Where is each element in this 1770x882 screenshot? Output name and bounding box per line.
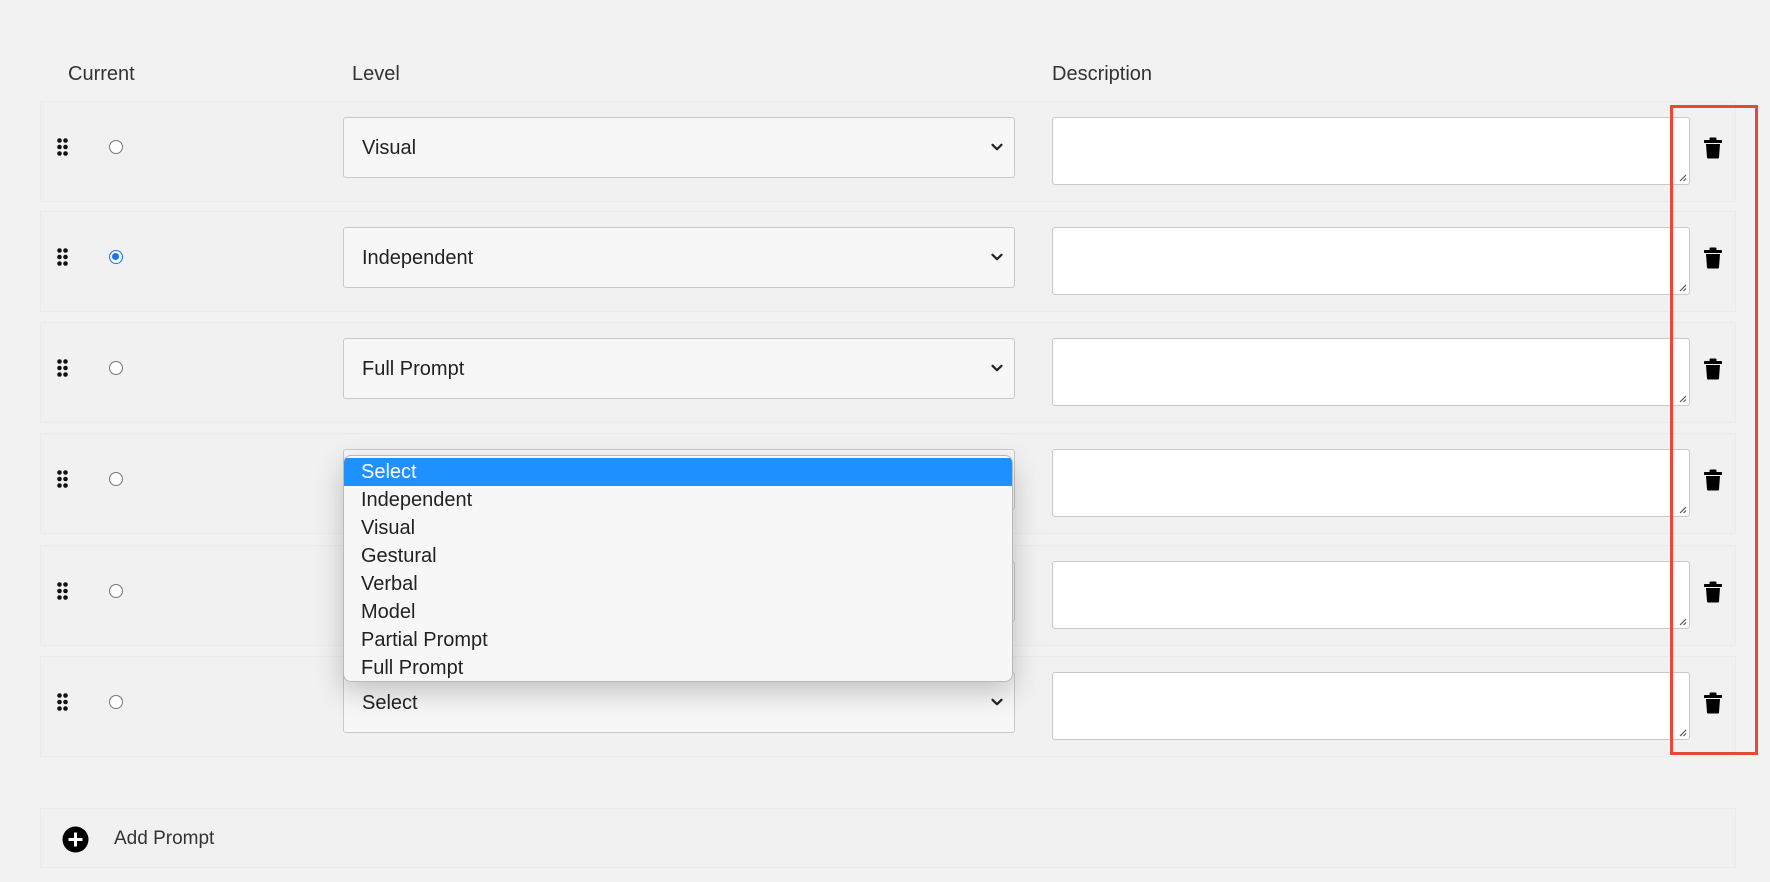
drag-handle-icon[interactable] (57, 138, 68, 156)
dropdown-option-independent[interactable]: Independent (344, 486, 1012, 514)
description-textarea[interactable] (1052, 672, 1690, 740)
description-textarea[interactable] (1052, 117, 1690, 185)
current-radio[interactable] (109, 250, 123, 264)
dropdown-option-gestural[interactable]: Gestural (344, 542, 1012, 570)
current-radio[interactable] (109, 472, 123, 486)
description-textarea[interactable] (1052, 227, 1690, 295)
current-radio[interactable] (109, 695, 123, 709)
prompt-row: Visual (40, 101, 1736, 202)
trash-icon[interactable] (1703, 358, 1723, 380)
level-select[interactable]: Independent (343, 227, 1015, 288)
level-select[interactable]: Visual (343, 117, 1015, 178)
dropdown-option-select[interactable]: Select (344, 458, 1012, 486)
current-radio[interactable] (109, 584, 123, 598)
column-header-level: Level (352, 63, 400, 85)
chevron-down-icon (991, 143, 1003, 151)
trash-icon[interactable] (1703, 137, 1723, 159)
resize-grip-icon[interactable] (1677, 504, 1687, 514)
drag-handle-icon[interactable] (57, 693, 68, 711)
dropdown-option-full-prompt[interactable]: Full Prompt (344, 654, 1012, 681)
description-textarea[interactable] (1052, 561, 1690, 629)
trash-icon[interactable] (1703, 247, 1723, 269)
resize-grip-icon[interactable] (1677, 282, 1687, 292)
resize-grip-icon[interactable] (1677, 727, 1687, 737)
trash-icon[interactable] (1703, 692, 1723, 714)
current-radio[interactable] (109, 361, 123, 375)
prompt-levels-panel: Current Level Description Visual Indepen… (0, 0, 1770, 882)
trash-icon[interactable] (1703, 469, 1723, 491)
chevron-down-icon (991, 253, 1003, 261)
prompt-row: Independent (40, 211, 1736, 312)
column-header-current: Current (68, 63, 135, 85)
resize-grip-icon[interactable] (1677, 393, 1687, 403)
column-header-description: Description (1052, 63, 1153, 85)
add-prompt-label: Add Prompt (114, 828, 215, 849)
chevron-down-icon (991, 698, 1003, 706)
drag-handle-icon[interactable] (57, 470, 68, 488)
resize-grip-icon[interactable] (1677, 172, 1687, 182)
resize-grip-icon[interactable] (1677, 616, 1687, 626)
dropdown-option-partial-prompt[interactable]: Partial Prompt (344, 626, 1012, 654)
current-radio[interactable] (109, 140, 123, 154)
level-dropdown-list: Select Independent Visual Gestural Verba… (343, 455, 1013, 682)
level-select-value: Select (362, 692, 418, 714)
dropdown-option-visual[interactable]: Visual (344, 514, 1012, 542)
plus-circle-icon (62, 826, 89, 853)
level-select[interactable]: Full Prompt (343, 338, 1015, 399)
drag-handle-icon[interactable] (57, 248, 68, 266)
dropdown-option-verbal[interactable]: Verbal (344, 570, 1012, 598)
drag-handle-icon[interactable] (57, 359, 68, 377)
trash-icon[interactable] (1703, 581, 1723, 603)
description-textarea[interactable] (1052, 449, 1690, 517)
prompt-row: Full Prompt (40, 322, 1736, 423)
level-select-value: Visual (362, 137, 417, 159)
drag-handle-icon[interactable] (57, 582, 68, 600)
chevron-down-icon (991, 364, 1003, 372)
level-select-value: Independent (362, 247, 474, 269)
add-prompt-button[interactable]: Add Prompt (40, 808, 1736, 868)
description-textarea[interactable] (1052, 338, 1690, 406)
level-select-value: Full Prompt (362, 358, 465, 380)
dropdown-option-model[interactable]: Model (344, 598, 1012, 626)
